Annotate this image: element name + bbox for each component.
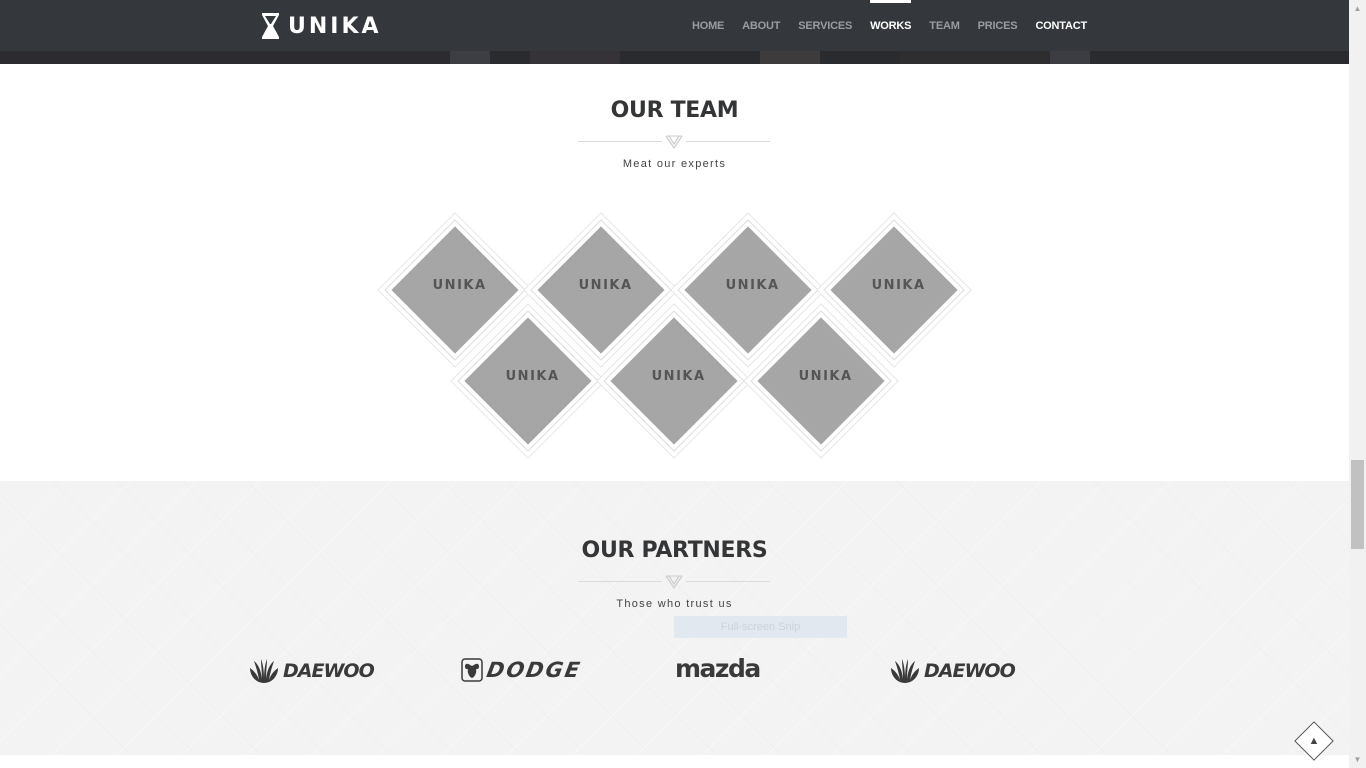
daewoo-shell-icon (891, 659, 919, 683)
partner-logo-dodge[interactable]: DODGE (461, 658, 584, 682)
scrollbar-thumb[interactable] (1351, 460, 1364, 549)
menu-item-label: CONTACT (1035, 19, 1087, 32)
team-grid: UNIKA UNIKA UNIKA UNIKA UNIKA UNIKA UNIK… (0, 0, 1349, 480)
partner-name: DODGE (484, 658, 584, 682)
menu-item-contact[interactable]: CONTACT (1035, 0, 1087, 51)
member-placeholder-label: UNIKA (578, 277, 633, 293)
snip-overlay-badge: Full-screen Snip (674, 616, 847, 638)
top-navbar: UNIKA HOME ABOUT SERVICES WORKS TEAM PRI… (0, 0, 1349, 51)
scroll-up-arrow-icon[interactable]: ▲ (1349, 0, 1366, 17)
menu-item-services[interactable]: SERVICES (798, 0, 852, 51)
main-menu: HOME ABOUT SERVICES WORKS TEAM PRICES CO… (674, 0, 1087, 51)
partner-name: DAEWOO (924, 660, 1016, 682)
menu-item-prices[interactable]: PRICES (978, 0, 1018, 51)
menu-item-label: WORKS (870, 19, 912, 32)
partners-title: OUR PARTNERS (581, 538, 768, 563)
menu-item-label: HOME (691, 19, 725, 32)
arrow-up-icon: ▲ (1308, 735, 1320, 747)
partners-subtitle: Those who trust us (616, 598, 733, 610)
member-placeholder-label: UNIKA (798, 368, 853, 384)
menu-item-team[interactable]: TEAM (929, 0, 960, 51)
member-placeholder-label: UNIKA (725, 277, 780, 293)
menu-item-label: PRICES (977, 19, 1018, 32)
member-placeholder-label: UNIKA (505, 368, 560, 384)
partner-name: mazda (675, 654, 761, 683)
daewoo-shell-icon (250, 659, 278, 683)
member-placeholder-label: UNIKA (651, 368, 706, 384)
scroll-down-arrow-icon[interactable]: ▼ (1349, 751, 1366, 768)
menu-item-label: ABOUT (742, 19, 781, 32)
page-scrollbar[interactable]: ▲ ▼ (1349, 0, 1366, 768)
partner-name: DAEWOO (283, 660, 375, 682)
menu-item-label: TEAM (929, 19, 960, 32)
member-placeholder-label: UNIKA (432, 277, 487, 293)
menu-item-home[interactable]: HOME (692, 0, 724, 51)
footer-edge (0, 755, 1349, 768)
hourglass-icon (262, 13, 279, 39)
partner-logo-mazda[interactable]: mazda (675, 654, 761, 683)
partners-divider (578, 574, 770, 590)
member-placeholder-label: UNIKA (871, 277, 926, 293)
menu-item-label: SERVICES (798, 19, 853, 32)
brand-logo[interactable]: UNIKA (262, 13, 382, 39)
ram-head-icon (461, 658, 483, 682)
chevron-emblem-icon (665, 575, 683, 590)
menu-item-about[interactable]: ABOUT (742, 0, 780, 51)
partner-logo-daewoo[interactable]: DAEWOO (248, 658, 375, 684)
brand-name: UNIKA (288, 13, 382, 39)
menu-item-works[interactable]: WORKS (870, 0, 911, 51)
partner-logo-daewoo[interactable]: DAEWOO (889, 658, 1016, 684)
